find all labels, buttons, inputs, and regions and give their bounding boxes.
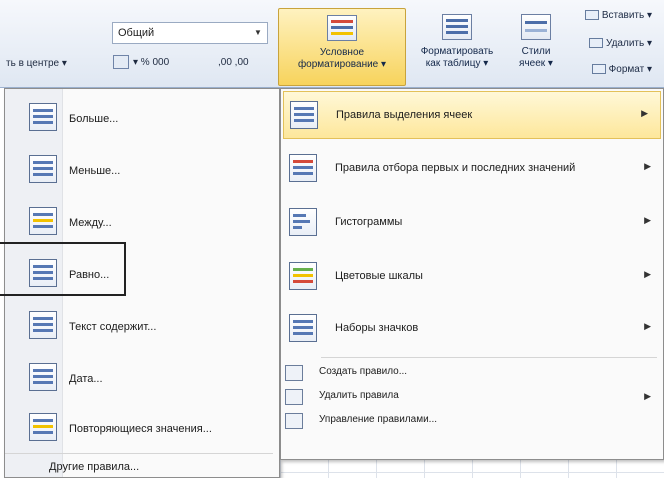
menu-item-label: Меньше... (69, 165, 121, 177)
menu-divider (321, 357, 657, 358)
menu-item-less-than[interactable]: Меньше... (5, 149, 279, 193)
chevron-down-icon[interactable]: ▼ (251, 25, 265, 41)
menu-item-label: Удалить правила (319, 390, 399, 401)
menu-item-highlight-cells-rules[interactable]: Правила выделения ячеек ▶ (283, 91, 661, 139)
format-label: Формат ▾ (608, 64, 652, 75)
menu-divider (5, 453, 273, 454)
merge-center-button[interactable]: ть в центре ▾ (6, 58, 67, 69)
chevron-right-icon: ▶ (644, 391, 651, 401)
new-rule-icon (285, 365, 303, 381)
menu-item-duplicate-values[interactable]: Повторяющиеся значения... (5, 407, 279, 451)
cell-styles-button[interactable]: Стили ячеек ▾ (508, 8, 564, 86)
menu-item-label: Больше... (69, 113, 119, 125)
chevron-right-icon: ▶ (644, 161, 651, 171)
less-than-icon (29, 155, 57, 183)
menu-item-clear-rules[interactable]: Удалить правила ▶ (281, 385, 663, 409)
menu-item-label: Между... (69, 217, 112, 229)
highlight-cells-icon (290, 101, 318, 129)
conditional-formatting-button[interactable]: Условное форматирование ▾ (278, 8, 406, 86)
menu-item-between[interactable]: Между... (5, 201, 279, 245)
icon-sets-icon (289, 314, 317, 342)
menu-item-manage-rules[interactable]: Управление правилами... (281, 409, 663, 433)
menu-item-color-scales[interactable]: Цветовые шкалы ▶ (281, 253, 663, 301)
insert-icon (584, 10, 599, 21)
menu-item-icon-sets[interactable]: Наборы значков ▶ (281, 305, 663, 353)
clear-rules-icon (285, 389, 303, 405)
manage-rules-icon (285, 413, 303, 429)
menu-item-label: Цветовые шкалы (335, 270, 423, 282)
highlight-frame (0, 242, 126, 296)
menu-item-data-bars[interactable]: Гистограммы ▶ (281, 199, 663, 247)
format-as-table-label: Форматировать как таблицу ▾ (420, 46, 494, 69)
date-icon (29, 363, 57, 391)
format-icon (591, 64, 606, 75)
conditional-formatting-label: Условное форматирование ▾ (297, 47, 387, 70)
menu-item-label: Правила выделения ячеек (336, 109, 473, 121)
menu-item-new-rule[interactable]: Создать правило... (281, 361, 663, 385)
menu-item-greater-than[interactable]: Больше... (5, 97, 279, 141)
decimal-buttons[interactable]: ,00 ,00 (218, 57, 249, 68)
menu-item-top-bottom-rules[interactable]: Правила отбора первых и последних значен… (281, 145, 663, 193)
menu-item-label: Наборы значков (335, 322, 419, 334)
menu-item-label: Повторяющиеся значения... (69, 423, 212, 435)
insert-button[interactable]: Вставить ▾ (584, 10, 652, 21)
menu-item-label: Правила отбора первых и последних значен… (335, 162, 576, 174)
insert-label: Вставить ▾ (601, 10, 652, 21)
cell-styles-label: Стили ячеек ▾ (519, 46, 553, 69)
number-buttons[interactable]: ▾ % 000 (133, 57, 169, 68)
greater-than-icon (29, 103, 57, 131)
menu-item-date[interactable]: Дата... (5, 357, 279, 401)
delete-button[interactable]: Удалить ▾ (589, 38, 652, 49)
delete-icon (589, 38, 604, 49)
ribbon: ть в центре ▾ Общий ▼ ▾ % 000 ,00 ,00 Усл… (0, 0, 664, 88)
between-icon (29, 207, 57, 235)
menu-item-more-rules[interactable]: Другие правила... (49, 461, 139, 473)
menu-item-label: Дата... (69, 373, 103, 385)
menu-item-label: Гистограммы (335, 216, 403, 228)
currency-icon[interactable] (113, 55, 129, 69)
text-contains-icon (29, 311, 57, 339)
duplicate-values-icon (29, 413, 57, 441)
color-scales-icon (289, 262, 317, 290)
menu-item-label: Управление правилами... (319, 414, 437, 425)
top-bottom-icon (289, 154, 317, 182)
cell-styles-icon (521, 14, 551, 40)
menu-item-label: Создать правило... (319, 366, 408, 377)
conditional-formatting-menu: Правила выделения ячеек ▶ Правила отбора… (280, 88, 664, 460)
number-format-value: Общий (118, 27, 155, 39)
format-button[interactable]: Формат ▾ (591, 64, 652, 75)
chevron-right-icon: ▶ (644, 269, 651, 279)
chevron-right-icon: ▶ (644, 321, 651, 331)
chevron-right-icon: ▶ (644, 215, 651, 225)
menu-item-label: Текст содержит... (69, 321, 157, 333)
format-as-table-button[interactable]: Форматировать как таблицу ▾ (408, 8, 506, 86)
conditional-formatting-icon (327, 15, 357, 41)
menu-item-text-contains[interactable]: Текст содержит... (5, 305, 279, 349)
data-bars-icon (289, 208, 317, 236)
number-format-select[interactable]: Общий ▼ (112, 22, 268, 44)
chevron-right-icon: ▶ (641, 108, 648, 118)
table-icon (442, 14, 472, 40)
delete-label: Удалить ▾ (606, 38, 652, 49)
